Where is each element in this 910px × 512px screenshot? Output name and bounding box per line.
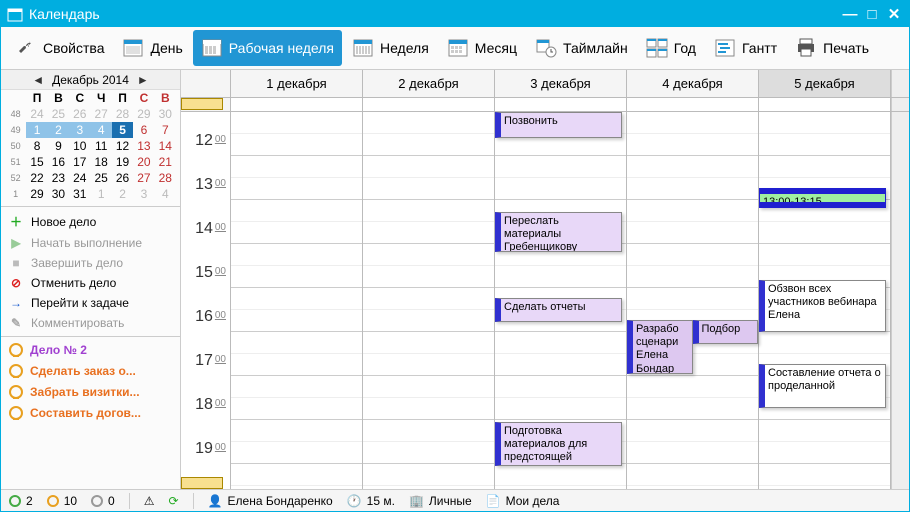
gantt-icon xyxy=(714,37,736,59)
status-count-orange: 10 xyxy=(47,494,77,508)
gantt-button[interactable]: Гантт xyxy=(706,30,785,66)
timeline-button[interactable]: Таймлайн xyxy=(527,30,636,66)
play-icon: ▶ xyxy=(9,236,23,250)
day-button[interactable]: День xyxy=(114,30,190,66)
app-icon xyxy=(7,6,23,22)
task-item[interactable]: Дело № 2 xyxy=(9,343,172,357)
award-icon xyxy=(9,364,23,378)
status-count-silver: 0 xyxy=(91,494,115,508)
new-task-action[interactable]: ＋Новое дело xyxy=(9,213,172,230)
printer-icon xyxy=(795,37,817,59)
year-button[interactable]: Год xyxy=(638,30,704,66)
print-button[interactable]: Печать xyxy=(787,30,877,66)
week-button[interactable]: Неделя xyxy=(344,30,437,66)
mini-cal-header: ◄ Декабрь 2014 ► xyxy=(1,70,180,90)
day-column-4[interactable]: Разрабо сценари Елена БондарПодбор xyxy=(627,112,759,489)
time-column-header xyxy=(181,70,231,97)
document-icon: 📄 xyxy=(486,494,501,508)
day-header-3[interactable]: 3 декабря xyxy=(495,70,627,97)
time-marker-top xyxy=(181,98,223,110)
calendar-day-icon xyxy=(122,37,144,59)
comment-action[interactable]: ✎Комментировать xyxy=(9,316,172,330)
calendar-event[interactable]: Подготовка материалов для предстоящей xyxy=(495,422,622,466)
calendar-event[interactable]: Позвонить xyxy=(495,112,622,138)
calendar-event[interactable]: Обзвон всех участников вебинара Елена xyxy=(759,280,886,332)
warning-icon[interactable]: ⚠ xyxy=(144,494,155,508)
day-column-2[interactable] xyxy=(363,112,495,489)
status-user[interactable]: 👤Елена Бондаренко xyxy=(208,494,333,508)
calendar-event[interactable]: Разрабо сценари Елена Бондар xyxy=(627,320,693,374)
award-icon xyxy=(9,385,23,399)
day-column-3[interactable]: Позвонить Переслать материалы Гребенщиков… xyxy=(495,112,627,489)
day-header-1[interactable]: 1 декабря xyxy=(231,70,363,97)
task-item[interactable]: Составить догов... xyxy=(9,406,172,420)
arrow-right-icon: → xyxy=(9,296,23,310)
day-header-4[interactable]: 4 декабря xyxy=(627,70,759,97)
sidebar: ◄ Декабрь 2014 ► ПВСЧПСВ4824252627282930… xyxy=(1,70,181,489)
status-count-green: 2 xyxy=(9,494,33,508)
refresh-icon[interactable]: ⟳ xyxy=(169,494,179,508)
calendar-event[interactable]: Подбор xyxy=(693,320,759,344)
window-title: Календарь xyxy=(29,6,100,22)
wrench-icon xyxy=(15,37,37,59)
mini-cal-label: Декабрь 2014 xyxy=(52,73,129,87)
calendar-event[interactable]: Сделать отчеты xyxy=(495,298,622,322)
toolbar: Свойства День Рабочая неделя Неделя Меся… xyxy=(1,27,909,70)
calendar-event[interactable]: Переслать материалы Гребенщикову xyxy=(495,212,622,252)
next-month-button[interactable]: ► xyxy=(137,73,149,87)
calendar-year-icon xyxy=(646,37,668,59)
calendar-event[interactable]: 13:00-13:15 xyxy=(759,188,886,208)
task-list: Дело № 2 Сделать заказ о... Забрать визитк… xyxy=(1,337,180,426)
day-column-1[interactable] xyxy=(231,112,363,489)
clock-icon: 🕐 xyxy=(347,494,362,508)
building-icon: 🏢 xyxy=(409,494,424,508)
mini-calendar[interactable]: ПВСЧПСВ482425262728293049123456750891011… xyxy=(1,90,180,207)
award-icon xyxy=(9,343,23,357)
award-icon xyxy=(9,406,23,420)
statusbar: 2 10 0 ⚠ ⟳ 👤Елена Бондаренко 🕐15 м. 🏢Лич… xyxy=(1,489,909,511)
prev-month-button[interactable]: ◄ xyxy=(32,73,44,87)
day-headers: 1 декабря 2 декабря 3 декабря 4 декабря … xyxy=(181,70,909,98)
medal-orange-icon xyxy=(47,495,59,507)
maximize-button[interactable]: □ xyxy=(863,6,881,23)
calendar-week-icon xyxy=(352,37,374,59)
calendar-grid: 1 декабря 2 декабря 3 декабря 4 декабря … xyxy=(181,70,909,489)
scrollbar[interactable] xyxy=(891,112,909,489)
status-category[interactable]: 🏢Личные xyxy=(409,494,472,508)
minimize-button[interactable]: — xyxy=(841,6,859,23)
time-marker-bottom xyxy=(181,477,223,489)
titlebar: Календарь — □ ✕ xyxy=(1,1,909,27)
day-header-2[interactable]: 2 декабря xyxy=(363,70,495,97)
calendar-event[interactable]: Составление отчета о проделанной xyxy=(759,364,886,408)
task-item[interactable]: Сделать заказ о... xyxy=(9,364,172,378)
status-scope[interactable]: 📄Мои дела xyxy=(486,494,560,508)
timeline-icon xyxy=(535,37,557,59)
user-icon: 👤 xyxy=(208,494,223,508)
medal-green-icon xyxy=(9,495,21,507)
status-duration[interactable]: 🕐15 м. xyxy=(347,494,395,508)
stop-icon: ■ xyxy=(9,256,23,270)
medal-silver-icon xyxy=(91,495,103,507)
time-column: 12001300140015001600170018001900 xyxy=(181,112,231,489)
goto-action[interactable]: →Перейти к задаче xyxy=(9,296,172,310)
cancel-action[interactable]: ⊘Отменить дело xyxy=(9,276,172,290)
month-button[interactable]: Месяц xyxy=(439,30,525,66)
actions-panel: ＋Новое дело ▶Начать выполнение ■Завершит… xyxy=(1,207,180,337)
day-header-5[interactable]: 5 декабря xyxy=(759,70,891,97)
finish-action[interactable]: ■Завершить дело xyxy=(9,256,172,270)
day-column-5[interactable]: 13:00-13:15 Обзвон всех участников вебина… xyxy=(759,112,891,489)
pencil-icon: ✎ xyxy=(9,316,23,330)
calendar-month-icon xyxy=(447,37,469,59)
props-button[interactable]: Свойства xyxy=(7,30,112,66)
task-item[interactable]: Забрать визитки... xyxy=(9,385,172,399)
cancel-icon: ⊘ xyxy=(9,276,23,290)
workweek-button[interactable]: Рабочая неделя xyxy=(193,30,342,66)
calendar-workweek-icon xyxy=(201,37,223,59)
start-action[interactable]: ▶Начать выполнение xyxy=(9,236,172,250)
plus-icon: ＋ xyxy=(9,213,23,230)
close-button[interactable]: ✕ xyxy=(885,5,903,23)
